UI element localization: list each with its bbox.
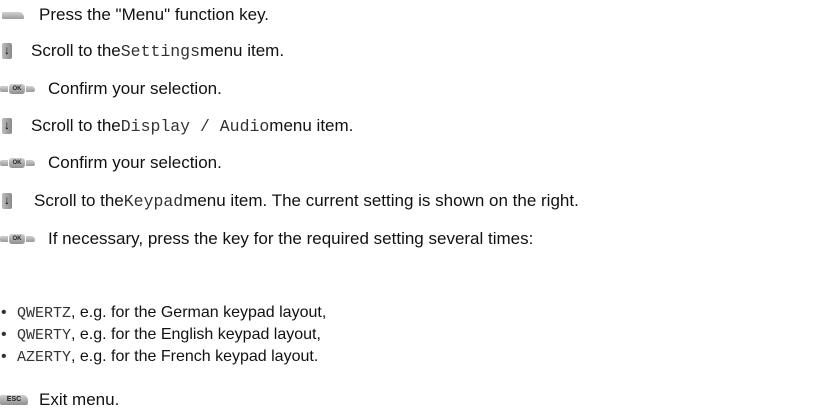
step-scroll-settings: ↓ Scroll to the Settings menu item. — [0, 38, 284, 64]
step-text: menu item. The current setting is shown … — [183, 191, 579, 210]
step-confirm-selection: OK Confirm your selection. — [0, 150, 222, 176]
layout-description: , e.g. for the English keypad layout, — [71, 326, 321, 343]
layout-description: , e.g. for the French keypad layout. — [71, 348, 319, 365]
menu-item-name: Display / Audio — [120, 116, 270, 136]
step-text: Confirm your selection. — [48, 79, 222, 98]
list-item: • QWERTY, e.g. for the English keypad lay… — [0, 324, 326, 346]
step-text: Scroll to the — [31, 41, 121, 60]
menu-item-name: Keypad — [123, 191, 184, 211]
bullet-marker: • — [1, 348, 7, 365]
step-text: If necessary, press the key for the requ… — [48, 229, 534, 248]
scroll-down-icon: ↓ — [2, 193, 12, 209]
menu-item-name: Settings — [120, 41, 200, 61]
step-scroll-keypad: ↓ Scroll to the Keypad menu item. The cu… — [0, 188, 579, 214]
layout-code: QWERTZ — [17, 305, 72, 322]
step-scroll-display-audio: ↓ Scroll to the Display / Audio menu ite… — [0, 113, 353, 139]
bullet-marker: • — [1, 304, 7, 321]
scroll-down-icon: ↓ — [2, 118, 12, 134]
ok-key-icon: OK — [0, 233, 36, 245]
layout-code: AZERTY — [17, 349, 72, 366]
step-text: Scroll to the — [34, 191, 124, 210]
bullet-marker: • — [1, 326, 7, 343]
ok-key-icon: OK — [0, 157, 36, 169]
step-text: menu item. — [199, 41, 285, 60]
step-confirm-selection: OK Confirm your selection. — [0, 76, 222, 102]
ok-key-icon: OK — [0, 83, 36, 95]
menu-key-icon — [0, 9, 26, 21]
step-text: Scroll to the — [31, 116, 121, 135]
step-press-key-setting: OK If necessary, press the key for the r… — [0, 226, 533, 252]
step-text: Press the "Menu" function key. — [39, 5, 270, 24]
step-press-menu: Press the "Menu" function key. — [0, 2, 269, 28]
layout-description: , e.g. for the German keypad layout, — [71, 304, 327, 321]
list-item: • AZERTY, e.g. for the French keypad layo… — [0, 346, 326, 368]
step-text: menu item. — [269, 116, 354, 135]
step-exit-menu: ESC Exit menu. — [0, 387, 119, 413]
list-item: • QWERTZ, e.g. for the German keypad layo… — [0, 302, 326, 324]
layout-code: QWERTY — [17, 327, 72, 344]
scroll-down-icon: ↓ — [2, 43, 12, 59]
esc-key-icon: ESC — [0, 394, 33, 406]
keypad-layout-list: • QWERTZ, e.g. for the German keypad layo… — [0, 302, 326, 368]
step-text: Exit menu. — [39, 390, 120, 409]
step-text: Confirm your selection. — [48, 153, 222, 172]
